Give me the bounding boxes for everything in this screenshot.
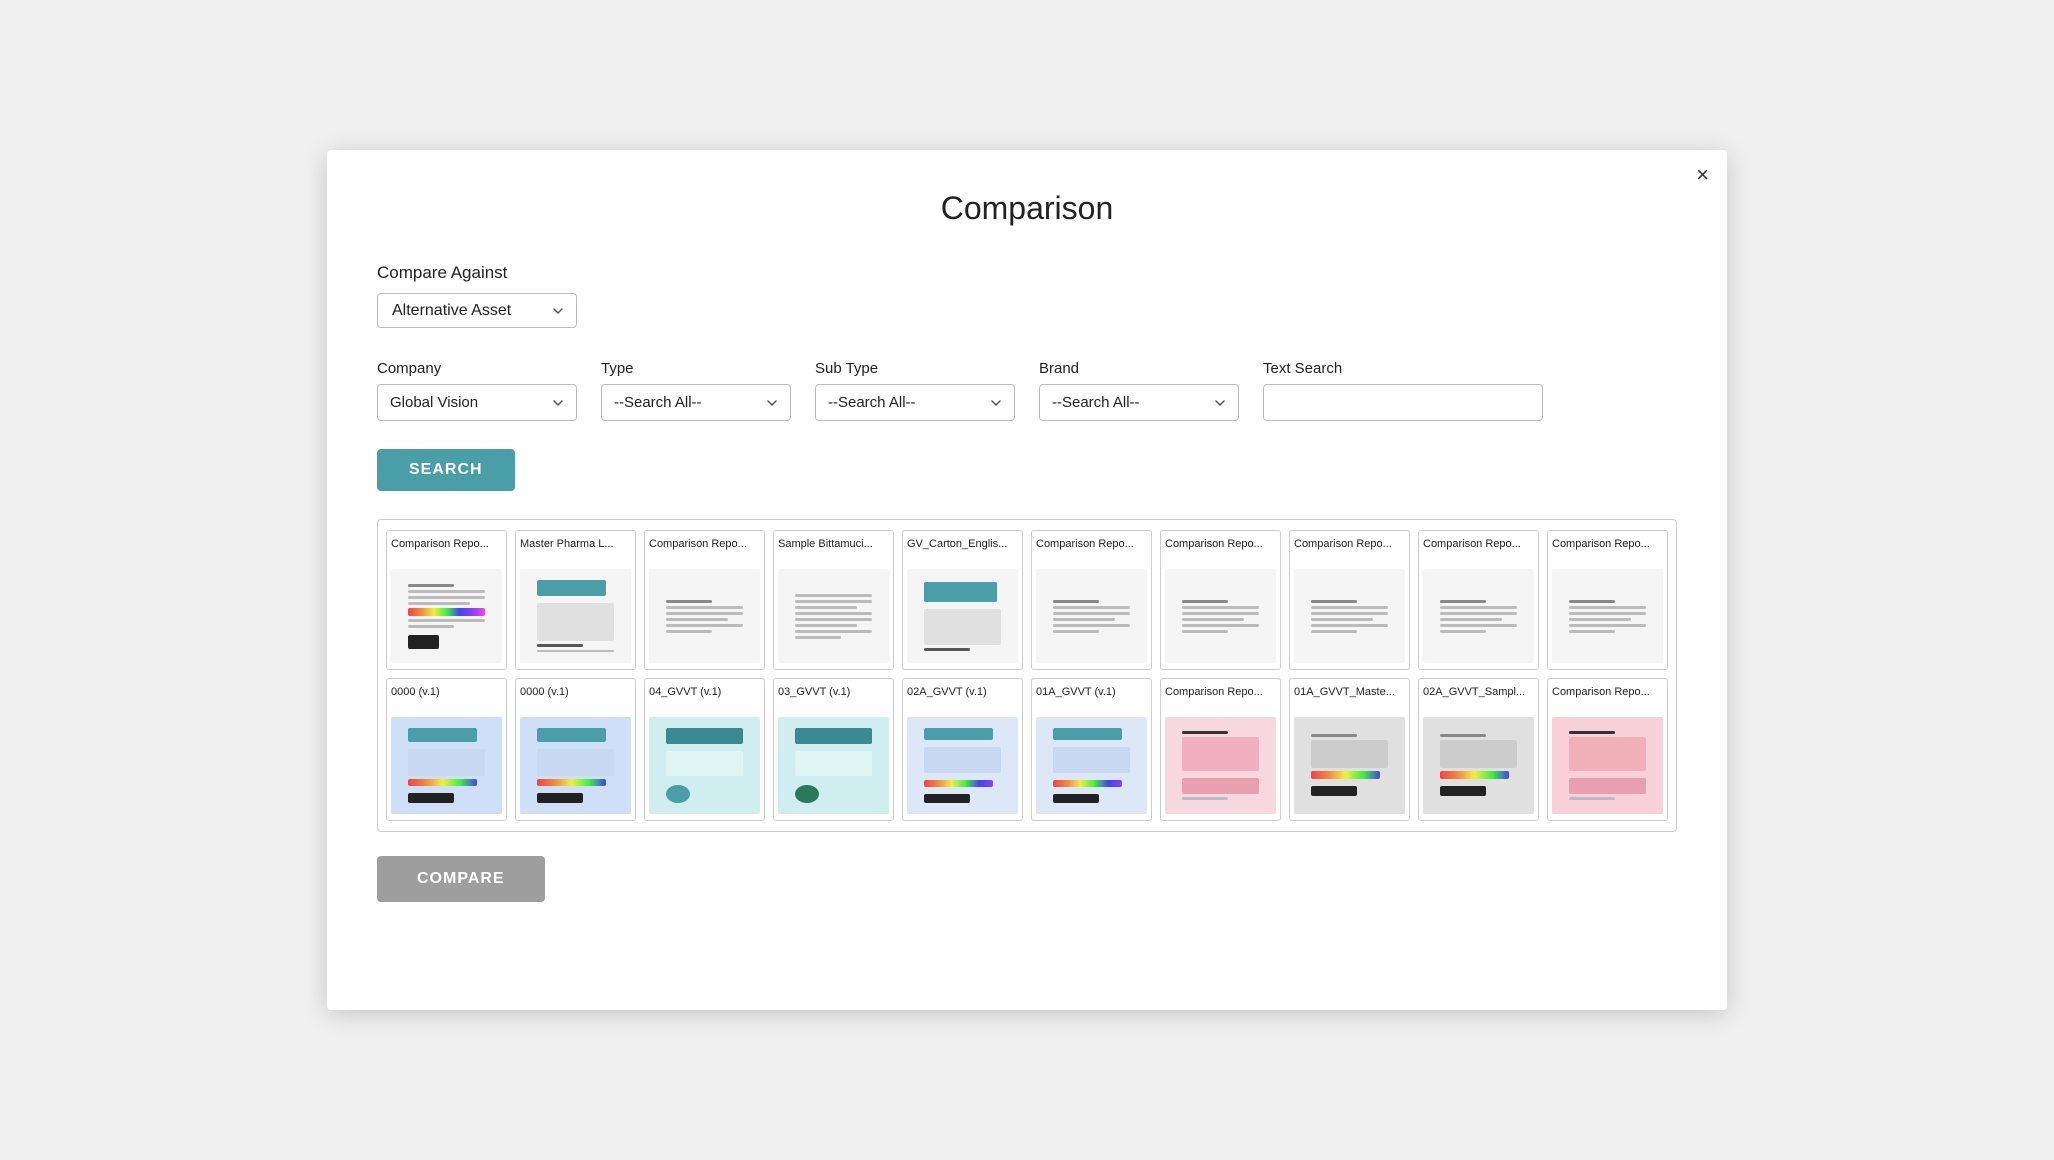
brand-label: Brand (1039, 360, 1239, 377)
result-card-title: Comparison Repo... (1165, 537, 1276, 565)
result-card[interactable]: Comparison Repo... (1031, 530, 1152, 670)
result-card[interactable]: Comparison Repo... (1289, 530, 1410, 670)
close-button[interactable]: × (1696, 164, 1709, 186)
result-card[interactable]: GV_Carton_Englis... (902, 530, 1023, 670)
result-card-title: 0000 (v.1) (520, 685, 631, 713)
type-label: Type (601, 360, 791, 377)
result-card[interactable]: 04_GVVT (v.1) (644, 678, 765, 821)
result-card-title: 04_GVVT (v.1) (649, 685, 760, 713)
result-card-title: Comparison Repo... (1294, 537, 1405, 565)
result-card[interactable]: 03_GVVT (v.1) (773, 678, 894, 821)
result-card[interactable]: 02A_GVVT_Sampl... (1418, 678, 1539, 821)
text-search-label: Text Search (1263, 360, 1543, 377)
result-card-title: 02A_GVVT_Sampl... (1423, 685, 1534, 713)
result-card-thumb (649, 569, 760, 663)
result-card[interactable]: 01A_GVVT (v.1) (1031, 678, 1152, 821)
type-filter-group: Type --Search All-- Type A Type B (601, 360, 791, 421)
result-card[interactable]: 01A_GVVT_Maste... (1289, 678, 1410, 821)
result-card-thumb (778, 569, 889, 663)
result-card-title: Sample Bittamuci... (778, 537, 889, 565)
type-select[interactable]: --Search All-- Type A Type B (601, 384, 791, 421)
result-card-title: 01A_GVVT (v.1) (1036, 685, 1147, 713)
result-card[interactable]: 0000 (v.1) (515, 678, 636, 821)
result-card-thumb (1036, 569, 1147, 663)
company-filter-group: Company Global Vision Company A Company … (377, 360, 577, 421)
result-card-thumb (1552, 717, 1663, 814)
result-card-title: Comparison Repo... (1552, 537, 1663, 565)
result-card[interactable]: 0000 (v.1) (386, 678, 507, 821)
result-card[interactable]: Comparison Repo... (1160, 530, 1281, 670)
result-card-title: 02A_GVVT (v.1) (907, 685, 1018, 713)
company-select[interactable]: Global Vision Company A Company B (377, 384, 577, 421)
result-card-thumb (907, 717, 1018, 814)
result-card-thumb (649, 717, 760, 814)
result-card-title: 01A_GVVT_Maste... (1294, 685, 1405, 713)
result-card[interactable]: Comparison Repo... (1418, 530, 1539, 670)
result-card-title: Comparison Repo... (1165, 685, 1276, 713)
result-card-title: Master Pharma L... (520, 537, 631, 565)
result-card[interactable]: Comparison Repo... (1547, 678, 1668, 821)
result-card[interactable]: Master Pharma L... (515, 530, 636, 670)
text-search-input[interactable] (1263, 384, 1543, 421)
company-label: Company (377, 360, 577, 377)
filters-row: Company Global Vision Company A Company … (377, 360, 1677, 421)
compare-button[interactable]: COMPARE (377, 856, 545, 902)
result-card-title: Comparison Repo... (649, 537, 760, 565)
result-card-title: Comparison Repo... (1036, 537, 1147, 565)
result-card-thumb (1165, 569, 1276, 663)
result-card-thumb (391, 717, 502, 814)
result-card[interactable]: Comparison Repo... (644, 530, 765, 670)
result-card[interactable]: Comparison Repo... (386, 530, 507, 670)
result-card-title: Comparison Repo... (1423, 537, 1534, 565)
text-search-filter-group: Text Search (1263, 360, 1543, 421)
result-card-thumb (1294, 569, 1405, 663)
subtype-filter-group: Sub Type --Search All-- Sub A Sub B (815, 360, 1015, 421)
result-card[interactable]: Comparison Repo... (1547, 530, 1668, 670)
result-card[interactable]: Comparison Repo... (1160, 678, 1281, 821)
compare-against-section: Compare Against Alternative Asset Master… (377, 263, 1677, 328)
result-card-thumb (391, 569, 502, 663)
compare-against-label: Compare Against (377, 263, 1677, 283)
result-card-thumb (1036, 717, 1147, 814)
result-card-thumb (1423, 569, 1534, 663)
result-card-thumb (1552, 569, 1663, 663)
subtype-select[interactable]: --Search All-- Sub A Sub B (815, 384, 1015, 421)
result-card-title: Comparison Repo... (1552, 685, 1663, 713)
result-card-thumb (520, 569, 631, 663)
result-card-thumb (1294, 717, 1405, 814)
result-card-thumb (520, 717, 631, 814)
result-card[interactable]: 02A_GVVT (v.1) (902, 678, 1023, 821)
results-grid-wrapper[interactable]: Comparison Repo... Master (377, 519, 1677, 832)
modal-title: Comparison (377, 190, 1677, 227)
result-card-thumb (1423, 717, 1534, 814)
result-card-title: Comparison Repo... (391, 537, 502, 565)
brand-select[interactable]: --Search All-- Brand A Brand B (1039, 384, 1239, 421)
comparison-modal: × Comparison Compare Against Alternative… (327, 150, 1727, 1010)
result-card-title: GV_Carton_Englis... (907, 537, 1018, 565)
brand-filter-group: Brand --Search All-- Brand A Brand B (1039, 360, 1239, 421)
result-card[interactable]: Sample Bittamuci... (773, 530, 894, 670)
result-card-thumb (907, 569, 1018, 663)
results-grid: Comparison Repo... Master (386, 530, 1668, 821)
result-card-thumb (778, 717, 889, 814)
result-card-title: 03_GVVT (v.1) (778, 685, 889, 713)
result-card-title: 0000 (v.1) (391, 685, 502, 713)
result-card-thumb (1165, 717, 1276, 814)
subtype-label: Sub Type (815, 360, 1015, 377)
compare-against-select[interactable]: Alternative Asset Master Document Previo… (377, 293, 577, 328)
search-button[interactable]: SEARCH (377, 449, 515, 491)
